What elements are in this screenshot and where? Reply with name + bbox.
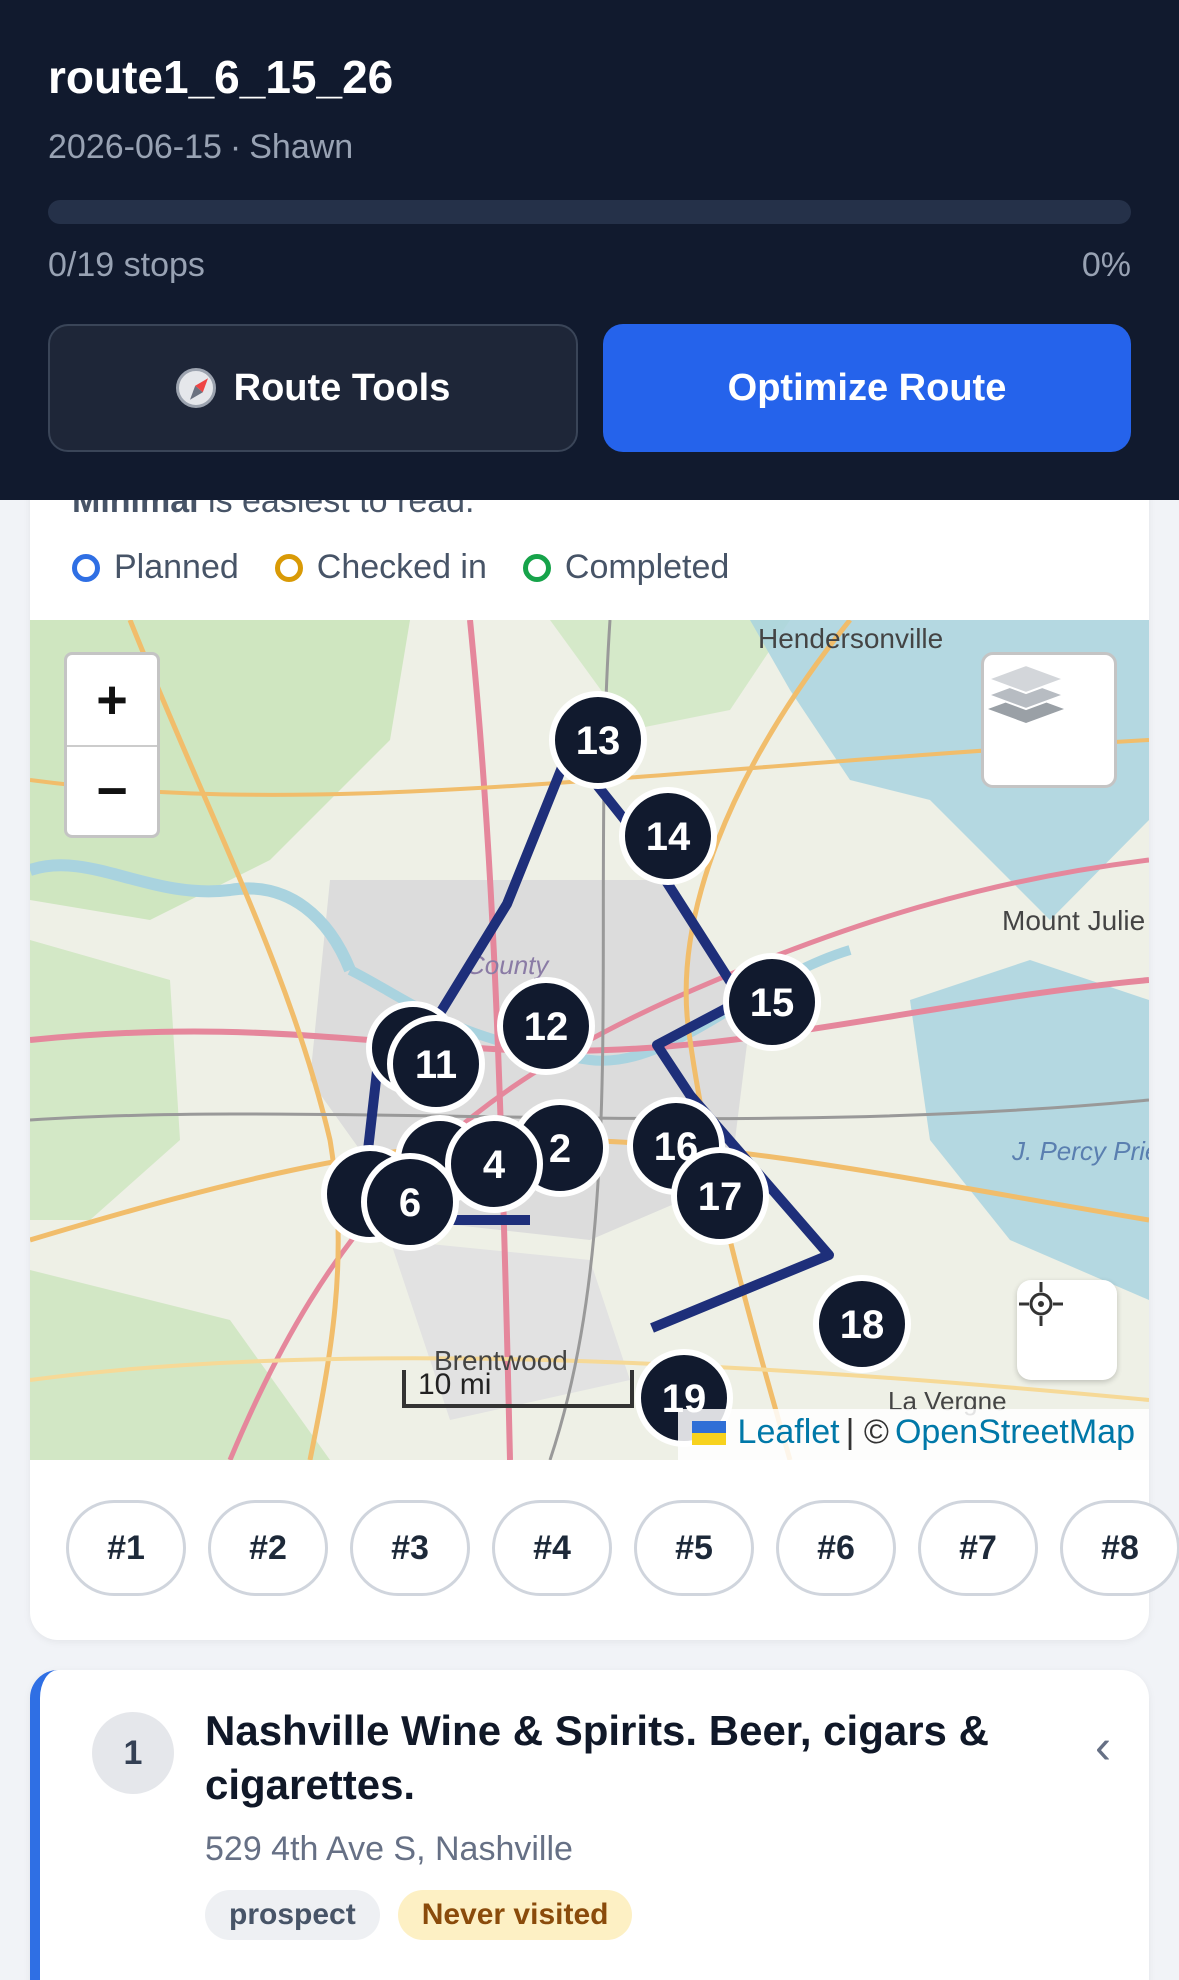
- marker-17[interactable]: 17: [671, 1147, 769, 1245]
- zoom-control: + −: [64, 652, 160, 838]
- stop-chip-row: #1 #2 #3 #4 #5 #6 #7 #8: [66, 1500, 1179, 1596]
- stop-badges: prospect Never visited: [205, 1890, 633, 1940]
- map-attribution: Leaflet | © OpenStreetMap: [677, 1409, 1149, 1460]
- marker-14[interactable]: 14: [619, 787, 717, 885]
- marker-15[interactable]: 15: [723, 953, 821, 1051]
- stop-chip-8[interactable]: #8: [1060, 1500, 1179, 1596]
- stop-number-badge: 1: [92, 1712, 174, 1794]
- layers-icon: [985, 663, 1067, 723]
- legend-checked-in: Checked in: [274, 548, 487, 587]
- stop-chip-6[interactable]: #6: [776, 1500, 896, 1596]
- crosshair-icon: [1019, 1282, 1063, 1326]
- map-scale: 10 mi: [402, 1370, 634, 1408]
- progress-bar: [48, 200, 1131, 224]
- svg-text:14: 14: [646, 815, 691, 859]
- chevron-left-icon[interactable]: ‹: [1095, 1720, 1111, 1775]
- route-tools-button[interactable]: Route Tools: [48, 324, 578, 452]
- marker-6[interactable]: 6: [361, 1153, 459, 1251]
- marker-12[interactable]: 12: [497, 977, 595, 1075]
- openstreetmap-link[interactable]: OpenStreetMap: [895, 1413, 1135, 1452]
- route-tools-label: Route Tools: [233, 366, 451, 409]
- route-subtitle: 2026-06-15 · Shawn: [48, 128, 353, 167]
- legend-label: Checked in: [316, 548, 487, 586]
- legend-planned: Planned: [72, 548, 239, 587]
- stop-card[interactable]: 1 Nashville Wine & Spirits. Beer, cigars…: [30, 1670, 1149, 1980]
- marker-4[interactable]: 4: [445, 1115, 543, 1213]
- legend-label: Planned: [114, 548, 239, 586]
- route-driver: Shawn: [249, 128, 354, 166]
- route-map[interactable]: Hendersonville Mount Julie J. Percy Prie…: [30, 620, 1149, 1460]
- svg-text:11: 11: [415, 1043, 457, 1087]
- svg-text:12: 12: [524, 1005, 569, 1049]
- progress-percent-text: 0%: [1081, 246, 1131, 284]
- marker-13[interactable]: 13: [549, 691, 647, 789]
- route-date: 2026-06-15: [48, 128, 222, 166]
- locate-me-button[interactable]: [1017, 1280, 1117, 1380]
- route-header: route1_6_15_26 2026-06-15 · Shawn 0/19 sto…: [0, 0, 1179, 500]
- stop-chip-4[interactable]: #4: [492, 1500, 612, 1596]
- legend-label: Completed: [564, 548, 730, 586]
- planned-dot-icon: [72, 553, 100, 582]
- leaflet-link[interactable]: Leaflet: [738, 1413, 840, 1452]
- svg-text:15: 15: [750, 981, 795, 1025]
- zoom-in-button[interactable]: +: [67, 655, 157, 745]
- route-title: route1_6_15_26: [48, 51, 394, 103]
- status-badge-never-visited: Never visited: [397, 1890, 633, 1940]
- subtitle-separator: ·: [229, 128, 242, 166]
- zoom-out-button[interactable]: −: [67, 745, 157, 835]
- legend-completed: Completed: [522, 548, 730, 587]
- stop-address: 529 4th Ave S, Nashville: [205, 1830, 573, 1868]
- svg-text:4: 4: [483, 1143, 506, 1187]
- place-mount-julie: Mount Julie: [1002, 905, 1145, 936]
- svg-text:18: 18: [840, 1303, 885, 1347]
- stop-chip-3[interactable]: #3: [350, 1500, 470, 1596]
- svg-text:13: 13: [576, 719, 621, 763]
- completed-dot-icon: [522, 553, 551, 582]
- progress-stops-text: 0/19 stops: [48, 246, 205, 284]
- stop-chip-5[interactable]: #5: [634, 1500, 754, 1596]
- checked-in-dot-icon: [274, 553, 303, 582]
- marker-11[interactable]: 11: [387, 1015, 485, 1113]
- compass-icon: [175, 368, 216, 408]
- status-legend: Planned Checked in Completed: [72, 548, 729, 587]
- ukraine-flag-icon: [691, 1420, 726, 1445]
- stop-chip-1[interactable]: #1: [66, 1500, 186, 1596]
- svg-text:6: 6: [399, 1181, 421, 1225]
- stop-chip-7[interactable]: #7: [918, 1500, 1038, 1596]
- optimize-route-button[interactable]: Optimize Route: [603, 324, 1131, 452]
- svg-text:2: 2: [549, 1127, 571, 1171]
- svg-text:17: 17: [698, 1175, 743, 1219]
- stop-chip-2[interactable]: #2: [208, 1500, 328, 1596]
- stop-name: Nashville Wine & Spirits. Beer, cigars &…: [205, 1707, 989, 1808]
- place-hendersonville: Hendersonville: [758, 623, 943, 654]
- map-card: Minimal is easiest to read. Planned Chec…: [30, 440, 1179, 1640]
- layers-button[interactable]: [981, 652, 1117, 788]
- marker-18[interactable]: 18: [813, 1275, 911, 1373]
- status-badge-prospect: prospect: [205, 1890, 380, 1940]
- attribution-separator: | ©: [845, 1413, 889, 1451]
- place-percy-priest: J. Percy Priest: [1011, 1136, 1149, 1166]
